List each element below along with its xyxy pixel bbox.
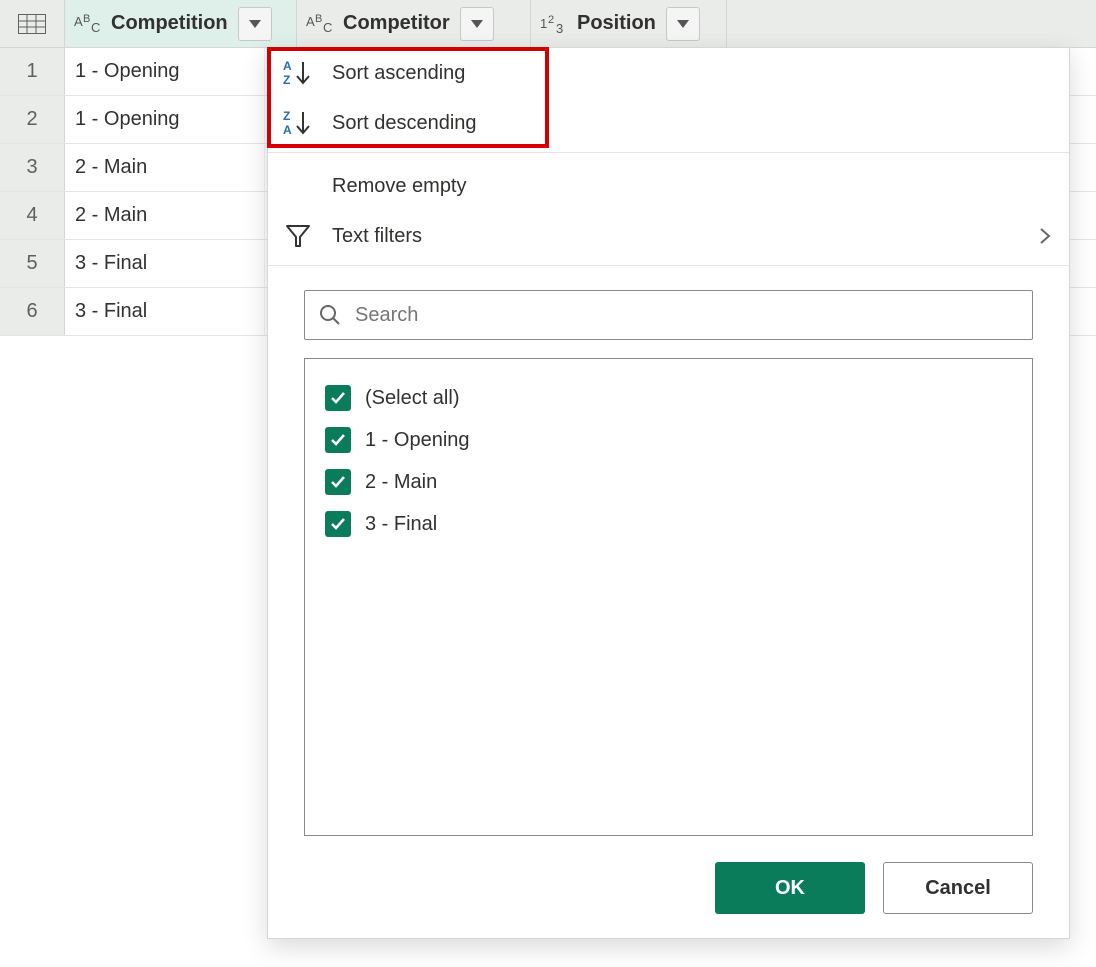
svg-text:C: C: [323, 20, 332, 35]
dialog-button-row: OK Cancel: [268, 848, 1069, 938]
svg-text:C: C: [91, 20, 100, 35]
row-number[interactable]: 1: [0, 48, 65, 95]
checkbox-checked-icon[interactable]: [325, 469, 351, 495]
filter-option[interactable]: 3 - Final: [325, 503, 1012, 545]
row-number[interactable]: 4: [0, 192, 65, 239]
svg-text:3: 3: [556, 21, 563, 35]
svg-text:Z: Z: [283, 73, 290, 87]
chevron-right-icon: [1039, 227, 1051, 245]
column-header-competition[interactable]: ABC Competition: [65, 0, 297, 47]
checkbox-checked-icon[interactable]: [325, 385, 351, 411]
cell-competition[interactable]: 1 - Opening: [65, 48, 265, 95]
search-icon: [319, 304, 341, 326]
filter-option[interactable]: 2 - Main: [325, 461, 1012, 503]
row-column-corner[interactable]: [0, 0, 65, 47]
filter-option-label: 3 - Final: [365, 513, 437, 536]
menu-label: Remove empty: [332, 175, 467, 198]
column-header-row: ABC Competition ABC Competitor 123 Posit…: [0, 0, 1096, 48]
filter-option[interactable]: 1 - Opening: [325, 419, 1012, 461]
column-filter-button-competitor[interactable]: [460, 7, 494, 41]
text-type-icon: ABC: [73, 13, 105, 35]
filter-option-label: (Select all): [365, 387, 459, 410]
column-header-position[interactable]: 123 Position: [531, 0, 727, 47]
checkbox-checked-icon[interactable]: [325, 427, 351, 453]
sort-descending-item[interactable]: ZA Sort descending: [268, 98, 1069, 148]
svg-text:1: 1: [540, 16, 547, 31]
sort-ascending-icon: AZ: [282, 58, 314, 88]
number-type-icon: 123: [539, 13, 571, 35]
remove-empty-item[interactable]: Remove empty: [268, 161, 1069, 211]
menu-label: Sort descending: [332, 112, 477, 135]
row-number[interactable]: 3: [0, 144, 65, 191]
svg-text:A: A: [283, 123, 292, 137]
table-icon: [18, 14, 46, 34]
column-label: Competitor: [337, 12, 450, 35]
sort-ascending-item[interactable]: AZ Sort ascending: [268, 48, 1069, 98]
chevron-down-icon: [249, 20, 261, 28]
checkbox-checked-icon[interactable]: [325, 511, 351, 537]
svg-text:A: A: [74, 14, 83, 29]
filter-dropdown-menu: AZ Sort ascending ZA Sort descending Rem…: [267, 47, 1070, 939]
row-number[interactable]: 5: [0, 240, 65, 287]
column-label: Competition: [105, 12, 228, 35]
svg-text:B: B: [315, 13, 322, 25]
column-header-competitor[interactable]: ABC Competitor: [297, 0, 531, 47]
menu-label: Text filters: [332, 225, 422, 248]
column-filter-button-competition[interactable]: [238, 7, 272, 41]
chevron-down-icon: [471, 20, 483, 28]
svg-text:A: A: [306, 14, 315, 29]
filter-select-all[interactable]: (Select all): [325, 377, 1012, 419]
menu-label: Sort ascending: [332, 62, 465, 85]
column-label: Position: [571, 12, 656, 35]
svg-text:2: 2: [548, 14, 554, 26]
cell-competition[interactable]: 3 - Final: [65, 240, 265, 287]
cell-competition[interactable]: 1 - Opening: [65, 96, 265, 143]
svg-text:B: B: [83, 13, 90, 25]
menu-separator: [268, 152, 1069, 153]
cell-competition[interactable]: 3 - Final: [65, 288, 265, 335]
column-filter-button-position[interactable]: [666, 7, 700, 41]
filter-values-list: (Select all) 1 - Opening 2 - Main 3 - Fi…: [304, 358, 1033, 836]
text-type-icon: ABC: [305, 13, 337, 35]
sort-descending-icon: ZA: [282, 108, 314, 138]
svg-text:A: A: [283, 59, 292, 73]
text-filters-item[interactable]: Text filters: [268, 211, 1069, 261]
filter-search-input[interactable]: [353, 303, 1018, 328]
cell-competition[interactable]: 2 - Main: [65, 192, 265, 239]
row-number[interactable]: 2: [0, 96, 65, 143]
filter-option-label: 2 - Main: [365, 471, 437, 494]
cell-competition[interactable]: 2 - Main: [65, 144, 265, 191]
filter-search-box[interactable]: [304, 290, 1033, 340]
svg-text:Z: Z: [283, 109, 290, 123]
funnel-icon: [282, 223, 314, 249]
filter-option-label: 1 - Opening: [365, 429, 470, 452]
chevron-down-icon: [677, 20, 689, 28]
row-number[interactable]: 6: [0, 288, 65, 335]
ok-button[interactable]: OK: [715, 862, 865, 914]
cancel-button[interactable]: Cancel: [883, 862, 1033, 914]
